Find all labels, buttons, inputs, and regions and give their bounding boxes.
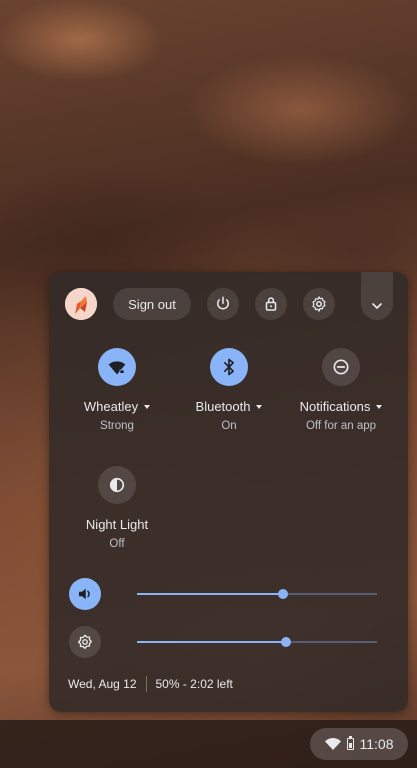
avatar-icon [65,288,97,320]
notifications-name: Notifications [299,399,371,414]
notifications-status: Off for an app [305,420,377,432]
network-status: Strong [100,420,134,432]
bluetooth-status: On [221,420,237,432]
network-name: Wheatley [83,399,139,414]
tile-night-light[interactable]: Night Light Off [62,466,172,550]
lock-icon [265,297,277,311]
tile-network[interactable]: Wheatley Strong [62,348,172,432]
clock: 11:08 [359,736,394,752]
notifications-label[interactable]: Notifications [286,399,396,414]
user-avatar[interactable] [65,288,97,320]
quick-settings-panel: Sign out Wheatley Strong Bluetooth On No… [49,272,408,712]
volume-row [69,578,389,610]
power-button[interactable] [207,288,239,320]
volume-slider-thumb[interactable] [278,589,289,599]
caret-down-icon [256,404,263,409]
caret-down-icon [144,404,151,409]
brightness-slider-fill [137,641,286,643]
night-light-toggle[interactable] [98,466,136,504]
gear-icon [312,296,326,312]
volume-slider[interactable] [137,589,377,599]
volume-icon [79,588,90,600]
brightness-icon [77,634,93,650]
volume-slider-fill [137,593,284,595]
settings-button[interactable] [303,288,335,320]
brightness-slider[interactable] [137,637,377,647]
bluetooth-name: Bluetooth [195,399,251,414]
date-label[interactable]: Wed, Aug 12 [68,677,137,691]
bluetooth-label[interactable]: Bluetooth [174,399,284,414]
caret-down-icon [376,404,383,409]
wifi-icon [108,361,126,375]
bluetooth-toggle[interactable] [210,348,248,386]
chevron-down-icon [372,303,382,309]
status-tray[interactable]: 11:08 [310,728,408,760]
night-light-name: Night Light [85,517,149,532]
do-not-disturb-icon [333,359,349,375]
brightness-row [69,626,389,658]
collapse-button[interactable] [361,272,393,320]
network-toggle[interactable] [98,348,136,386]
network-label[interactable]: Wheatley [62,399,172,414]
tile-notifications[interactable]: Notifications Off for an app [286,348,396,432]
night-light-status: Off [109,538,125,550]
tile-bluetooth[interactable]: Bluetooth On [174,348,284,432]
divider [145,676,147,692]
sign-out-button[interactable]: Sign out [113,288,191,320]
status-footer: Wed, Aug 12 50% - 2:02 left [68,676,233,692]
night-light-label: Night Light [62,517,172,532]
bluetooth-icon [224,358,234,376]
night-light-icon [109,477,125,493]
wifi-icon [324,738,341,750]
lock-button[interactable] [255,288,287,320]
notifications-toggle[interactable] [322,348,360,386]
battery-icon [346,736,354,750]
brightness-slider-thumb[interactable] [280,637,291,647]
mute-button[interactable] [69,578,101,610]
power-icon [217,296,229,310]
battery-label[interactable]: 50% - 2:02 left [156,677,233,691]
brightness-button [69,626,101,658]
